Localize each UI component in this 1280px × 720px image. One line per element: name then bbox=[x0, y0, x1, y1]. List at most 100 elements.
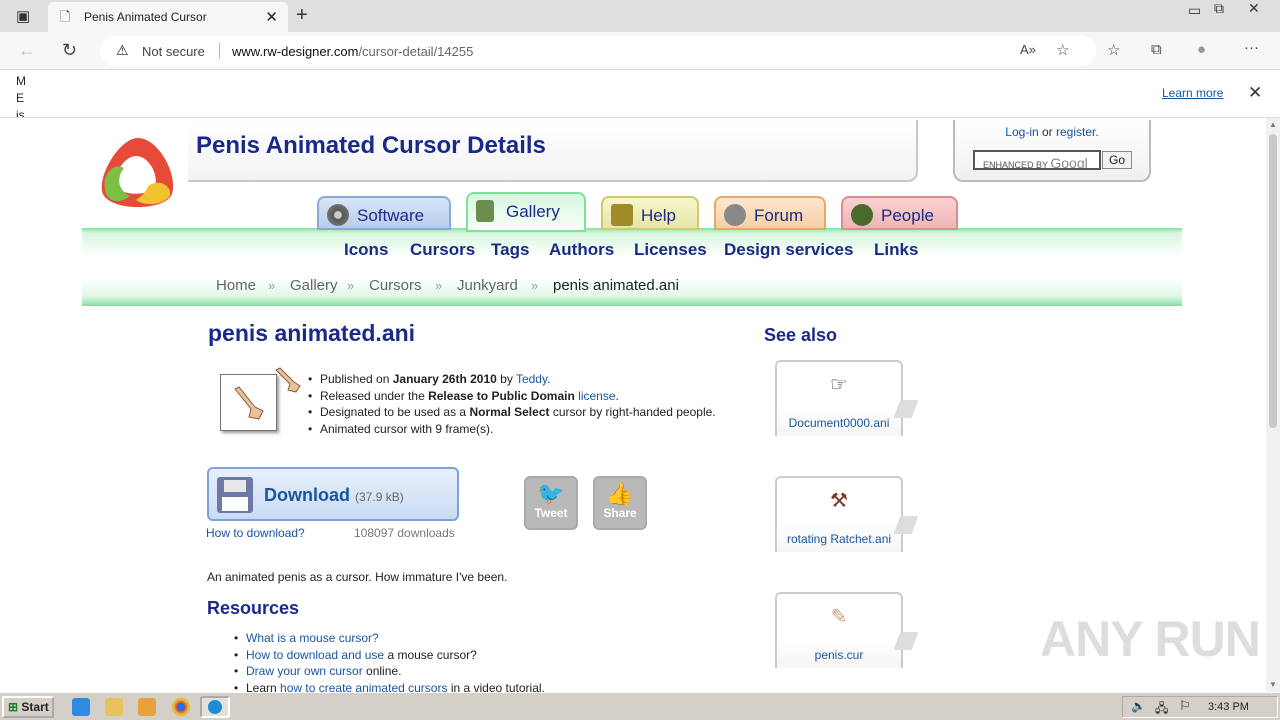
close-tab-icon[interactable]: ✕ bbox=[265, 8, 278, 26]
minimize-icon[interactable]: ▭ bbox=[1188, 2, 1201, 19]
tab-actions-icon[interactable]: ▣ bbox=[16, 7, 30, 25]
page-icon: 🗋 bbox=[60, 9, 71, 24]
resource-link[interactable]: Draw your own cursor bbox=[246, 664, 363, 678]
breadcrumb-separator: » bbox=[435, 278, 443, 293]
resource-item: How to download and use a mouse cursor? bbox=[234, 647, 545, 664]
tweet-button[interactable]: 🐦 Tweet bbox=[524, 476, 578, 530]
cursor-type: Normal Select bbox=[469, 405, 550, 419]
restore-icon[interactable]: ⧉ bbox=[1214, 0, 1224, 17]
close-info-icon[interactable]: ✕ bbox=[1248, 83, 1262, 103]
refresh-icon[interactable]: ↻ bbox=[62, 40, 77, 61]
nav-authors[interactable]: Authors bbox=[549, 240, 614, 260]
scroll-down-icon[interactable]: ▼ bbox=[1269, 680, 1277, 689]
breadcrumb-gallery[interactable]: Gallery bbox=[290, 277, 338, 294]
back-icon[interactable]: ← bbox=[18, 40, 36, 61]
info-text: Published on bbox=[320, 372, 390, 386]
see-also-card[interactable]: ✎ penis.cur bbox=[775, 592, 919, 668]
or-text: or bbox=[1042, 125, 1053, 139]
download-button[interactable]: Download (37.9 kB) bbox=[207, 467, 459, 521]
info-text: by bbox=[500, 372, 513, 386]
go-button[interactable]: Go bbox=[1102, 151, 1132, 169]
chrome-icon[interactable] bbox=[172, 698, 190, 716]
volume-icon[interactable]: 🔈 bbox=[1131, 699, 1146, 713]
profile-avatar-icon[interactable]: ● bbox=[1197, 41, 1206, 58]
tab-gallery[interactable]: Gallery bbox=[466, 192, 586, 232]
search-input[interactable]: ENHANCED BY Googl bbox=[973, 150, 1101, 170]
more-menu-icon[interactable]: ··· bbox=[1244, 39, 1259, 56]
tab-title: Penis Animated Cursor bbox=[84, 10, 207, 24]
license-name: Release to Public Domain bbox=[428, 388, 575, 403]
cursor-thumbnail-icon: ✎ bbox=[830, 606, 848, 628]
share-button[interactable]: 👍 Share bbox=[593, 476, 647, 530]
nav-licenses[interactable]: Licenses bbox=[634, 240, 707, 260]
media-player-icon[interactable] bbox=[138, 698, 156, 716]
see-also-card[interactable]: ⚒ rotating Ratchet.ani bbox=[775, 476, 919, 552]
cursor-preview bbox=[220, 374, 277, 431]
browser-tab[interactable]: 🗋 Penis Animated Cursor ✕ bbox=[48, 2, 288, 32]
see-also-link[interactable]: rotating Ratchet.ani bbox=[777, 532, 901, 546]
tab-people[interactable]: People bbox=[841, 196, 958, 230]
tweet-label: Tweet bbox=[534, 506, 568, 520]
favorites-icon[interactable]: ☆ bbox=[1107, 41, 1120, 59]
flag-icon[interactable]: ⚐ bbox=[1179, 698, 1191, 714]
tab-forum[interactable]: Forum bbox=[714, 196, 826, 230]
nav-cursors[interactable]: Cursors bbox=[410, 240, 475, 260]
see-also-link[interactable]: penis.cur bbox=[777, 648, 901, 662]
edge-taskbar-button[interactable] bbox=[200, 696, 230, 718]
collections-icon[interactable]: ⧉ bbox=[1151, 41, 1162, 58]
resource-link[interactable]: How to download and use bbox=[246, 648, 384, 662]
start-button[interactable]: ⊞ Start bbox=[2, 696, 54, 718]
breadcrumb-separator: » bbox=[347, 278, 355, 293]
not-secure-label: Not secure bbox=[142, 44, 205, 59]
license-link[interactable]: license bbox=[578, 389, 615, 403]
network-icon[interactable]: 🖧 bbox=[1155, 699, 1168, 720]
close-window-icon[interactable]: ✕ bbox=[1248, 0, 1260, 17]
easel-icon bbox=[476, 200, 494, 222]
search-placeholder: ENHANCED BY bbox=[983, 160, 1048, 170]
page-title: Penis Animated Cursor Details bbox=[196, 132, 546, 159]
ratchet-icon: ⚒ bbox=[830, 490, 848, 512]
explorer-folder-icon[interactable] bbox=[105, 698, 123, 716]
scroll-up-icon[interactable]: ▲ bbox=[1269, 120, 1277, 129]
nav-design-services[interactable]: Design services bbox=[724, 240, 853, 260]
address-bar[interactable]: ⚠ Not secure www.rw-designer.com/cursor-… bbox=[100, 36, 1096, 66]
new-tab-icon[interactable]: + bbox=[296, 4, 308, 27]
login-box: Log-in or register. ENHANCED BY Googl Go bbox=[953, 120, 1151, 182]
login-link[interactable]: Log-in bbox=[1005, 125, 1038, 139]
scrollbar[interactable]: ▲ ▼ bbox=[1266, 118, 1280, 692]
learn-more-link[interactable]: Learn more bbox=[1162, 86, 1223, 100]
add-favorite-icon[interactable]: ☆ bbox=[1056, 41, 1069, 59]
floppy-disk-icon bbox=[217, 477, 253, 513]
see-also-link[interactable]: Document0000.ani bbox=[777, 416, 901, 430]
tab-help[interactable]: Help bbox=[601, 196, 699, 230]
system-tray: 🔈 🖧 ⚐ bbox=[1122, 696, 1278, 718]
web-page: Penis Animated Cursor Details Log-in or … bbox=[0, 118, 1266, 692]
thumbs-up-icon: 👍 bbox=[606, 481, 634, 506]
info-license: Released under the Release to Public Dom… bbox=[308, 388, 716, 405]
resource-link[interactable]: What is a mouse cursor? bbox=[246, 631, 379, 645]
start-label: Start bbox=[21, 700, 49, 714]
share-label: Share bbox=[603, 506, 637, 520]
breadcrumb-home[interactable]: Home bbox=[216, 277, 256, 294]
google-brand: Googl bbox=[1050, 155, 1088, 170]
nav-tags[interactable]: Tags bbox=[491, 240, 529, 260]
resource-item: What is a mouse cursor? bbox=[234, 630, 545, 647]
read-aloud-icon[interactable]: A» bbox=[1020, 42, 1036, 57]
cursor-description: An animated penis as a cursor. How immat… bbox=[207, 570, 508, 584]
how-to-download-link[interactable]: How to download? bbox=[206, 526, 305, 540]
breadcrumb-cursors[interactable]: Cursors bbox=[369, 277, 422, 294]
see-also-card[interactable]: ☞ Document0000.ani bbox=[775, 360, 919, 436]
scrollbar-thumb[interactable] bbox=[1269, 134, 1277, 428]
ie-icon[interactable] bbox=[72, 698, 90, 716]
nav-links[interactable]: Links bbox=[874, 240, 918, 260]
breadcrumb-junkyard[interactable]: Junkyard bbox=[457, 277, 518, 294]
register-link[interactable]: register. bbox=[1056, 125, 1099, 139]
nav-icons[interactable]: Icons bbox=[344, 240, 388, 260]
info-text: Designated to be used as a bbox=[320, 405, 467, 419]
tab-software[interactable]: Software bbox=[317, 196, 451, 230]
resource-text: Learn bbox=[246, 680, 277, 693]
nav-bar bbox=[82, 228, 1182, 306]
author-link[interactable]: Teddy bbox=[516, 372, 547, 386]
clock: 3:43 PM bbox=[1208, 701, 1249, 713]
resource-link[interactable]: how to create animated cursors bbox=[280, 681, 447, 693]
